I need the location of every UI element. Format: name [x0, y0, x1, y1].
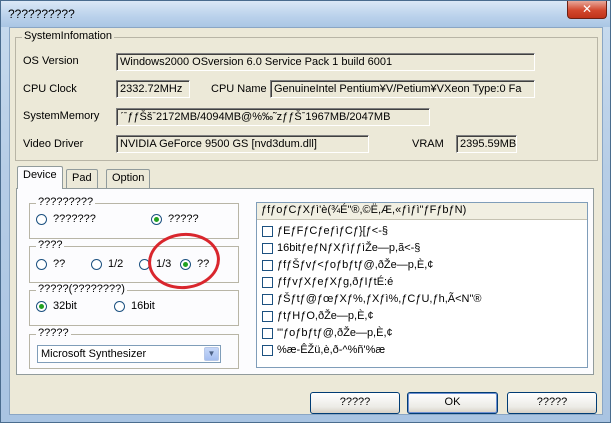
list-item[interactable]: ƒfƒŠƒvƒ<ƒoƒbƒtƒ@,ðŽe—p,È,¢ — [262, 258, 582, 274]
device-group-2-caption: ???? — [36, 239, 65, 251]
device-options-header: ƒfƒoƒCƒXƒì'è(¾É"®,©Ë,Æ,«ƒìƒì"ƒFƒbƒN) — [257, 203, 587, 220]
list-item-checkbox[interactable] — [262, 328, 273, 339]
group1-radio-b-label: ????? — [168, 213, 199, 225]
group3-radio-32bit-label: 32bit — [53, 300, 77, 312]
video-driver-field: NVIDIA GeForce 9500 GS [nvd3dum.dll] — [116, 135, 369, 153]
list-item[interactable]: ƒfƒvƒXƒeƒXƒg,ðƒIƒtÉ:é — [262, 275, 582, 291]
voice-select-value: Microsoft Synthesizer — [41, 348, 147, 360]
system-memory-field: ˊˉƒƒŠšˉ2172MB/4094MB@%‰˜zƒƒŠˉ1967MB/2047… — [116, 108, 430, 126]
system-info-caption: SystemInfomation — [22, 30, 115, 42]
tab-option[interactable]: Option — [106, 169, 151, 189]
list-item[interactable]: %æ-ÊŽü,è,ð-^%ñ'%æ — [262, 343, 582, 359]
list-item-checkbox[interactable] — [262, 294, 273, 305]
group3-radio-16bit[interactable] — [114, 301, 125, 312]
group2-radio-b-label: 1/2 — [108, 258, 124, 270]
device-options-list[interactable]: ƒfƒoƒCƒXƒì'è(¾É"®,©Ë,Æ,«ƒìƒì"ƒFƒbƒN) ƒEƒ… — [256, 202, 588, 368]
cpu-clock-label: CPU Clock — [23, 83, 77, 95]
list-item-checkbox[interactable] — [262, 277, 273, 288]
group2-radio-a-label: ?? — [53, 258, 66, 270]
window-title: ?????????? — [8, 7, 75, 21]
list-item[interactable]: '"ƒoƒbƒtƒ@,ðŽe—p,È,¢ — [262, 326, 582, 342]
dialog-client-area: SystemInfomation OS Version Windows2000 … — [9, 27, 603, 415]
group1-radio-a-label: ??????? — [53, 213, 96, 225]
os-version-field: Windows2000 OSversion 6.0 Service Pack 1… — [116, 53, 535, 71]
video-driver-label: Video Driver — [23, 138, 84, 150]
title-bar[interactable]: ?????????? ✕ — [1, 1, 610, 27]
cpu-name-field: GenuineIntel Pentium¥V/Petium¥VXeon Type… — [270, 80, 535, 98]
chevron-down-icon[interactable]: ▼ — [204, 347, 219, 361]
cpu-name-label: CPU Name — [211, 83, 267, 95]
list-item-checkbox[interactable] — [262, 226, 273, 237]
ok-button[interactable]: OK — [407, 392, 498, 414]
group1-radio-a[interactable] — [36, 214, 47, 225]
close-button[interactable]: ✕ — [567, 1, 607, 19]
tab-pad[interactable]: Pad — [66, 169, 98, 189]
vram-label: VRAM — [412, 138, 444, 150]
vram-field: 2395.59MB — [456, 135, 517, 153]
device-group-3-caption: ?????(????????) — [36, 283, 127, 295]
left-button[interactable]: ????? — [310, 392, 400, 414]
device-group-4-caption: ????? — [36, 327, 71, 339]
cpu-clock-field: 2332.72MHz — [116, 80, 190, 98]
voice-select[interactable]: Microsoft Synthesizer ▼ — [37, 345, 221, 363]
group2-radio-b[interactable] — [91, 259, 102, 270]
group3-radio-32bit[interactable] — [36, 301, 47, 312]
device-group-1-caption: ????????? — [36, 196, 96, 208]
list-item[interactable]: ƒEƒFƒCƒeƒìƒCƒ}[ƒ<-§ — [262, 224, 582, 240]
right-button[interactable]: ????? — [507, 392, 597, 414]
list-item-checkbox[interactable] — [262, 243, 273, 254]
list-item-checkbox[interactable] — [262, 260, 273, 271]
list-item[interactable]: ƒtƒHƒO,ðŽe—p,È,¢ — [262, 309, 582, 325]
system-memory-label: SystemMemory — [23, 110, 100, 122]
app-window: ?????????? ✕ SystemInfomation OS Version… — [0, 0, 611, 423]
group2-radio-a[interactable] — [36, 259, 47, 270]
tab-device[interactable]: Device — [17, 166, 63, 189]
list-item-checkbox[interactable] — [262, 345, 273, 356]
close-icon: ✕ — [581, 2, 593, 16]
list-item[interactable]: ƒŠƒtƒ@ƒœƒXƒ%,ƒXƒì%,ƒCƒU,ƒh,Ã<N"® — [262, 292, 582, 308]
list-item-checkbox[interactable] — [262, 311, 273, 322]
os-version-label: OS Version — [23, 55, 79, 67]
group3-radio-16bit-label: 16bit — [131, 300, 155, 312]
list-item[interactable]: 16bitƒeƒNƒXƒìƒƒìŽe—p,ã<-§ — [262, 241, 582, 257]
group1-radio-b[interactable] — [151, 214, 162, 225]
